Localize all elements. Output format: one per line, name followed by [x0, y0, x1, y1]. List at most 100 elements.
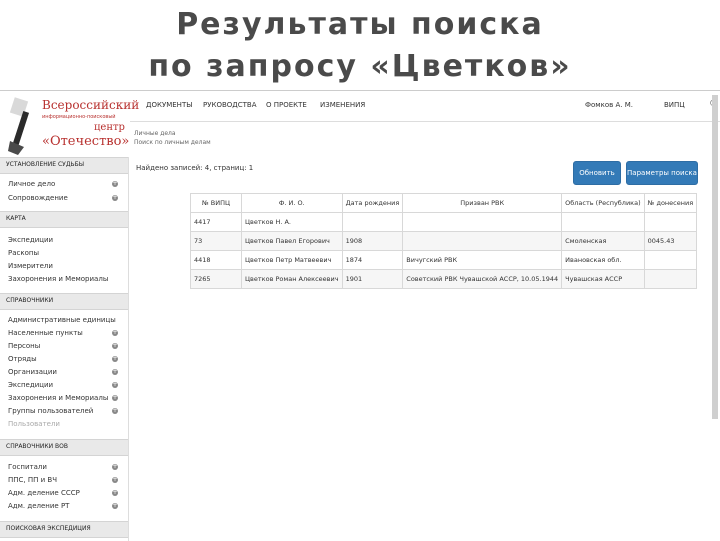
- table-cell: Цветков Н. А.: [241, 212, 343, 232]
- sidebar-item[interactable]: Персоны: [8, 342, 40, 350]
- sidebar-item[interactable]: Административные единицы: [8, 316, 116, 324]
- sidebar-item[interactable]: Сопровождение: [8, 194, 68, 202]
- sidebar-item[interactable]: Захоронения и Мемориалы: [8, 275, 108, 283]
- table-cell: Цветков Павел Егорович: [241, 231, 343, 251]
- breadcrumb-item[interactable]: Личные дела: [134, 129, 211, 138]
- nav-documents[interactable]: ДОКУМЕНТЫ: [146, 101, 192, 109]
- table-row[interactable]: 4418 Цветков Петр Матвеевич 1874 Вичугск…: [190, 250, 698, 270]
- sidebar-item[interactable]: Адм. деление СССР: [8, 489, 80, 497]
- table-cell: 4417: [190, 212, 242, 232]
- plus-icon[interactable]: +: [112, 382, 118, 388]
- sidebar-item[interactable]: Адм. деление РТ: [8, 502, 69, 510]
- breadcrumb-item: Поиск по личным делам: [134, 139, 211, 146]
- results-table: № ВИПЦ Ф. И. О. Дата рождения Призван РВ…: [190, 193, 698, 289]
- table-cell: 1901: [341, 269, 404, 289]
- table-row[interactable]: 73 Цветков Павел Егорович 1908 Смоленска…: [190, 231, 698, 251]
- sidebar: УСТАНОВЛЕНИЕ СУДЬБЫ Личное дело + Сопров…: [0, 157, 129, 541]
- results-count: Найдено записей: 4, страниц: 1: [136, 164, 254, 172]
- sidebar-section-title: СПРАВОЧНИКИ: [6, 297, 54, 304]
- table-row[interactable]: 4417 Цветков Н. А.: [190, 212, 698, 232]
- logo-text-1: Всероссийский: [42, 98, 140, 112]
- column-header[interactable]: № ВИПЦ: [190, 193, 242, 213]
- table-cell: Вичугский РВК: [402, 250, 563, 270]
- table-row[interactable]: 7265 Цветков Роман Алексеевич 1901 Совет…: [190, 269, 698, 289]
- sidebar-item[interactable]: Раскопы: [8, 249, 39, 257]
- plus-icon[interactable]: +: [112, 181, 118, 187]
- slide-title-line1: Результаты поиска: [176, 7, 544, 42]
- plus-icon[interactable]: +: [112, 490, 118, 496]
- sidebar-item[interactable]: Захоронения и Мемориалы: [8, 394, 108, 402]
- plus-icon[interactable]: +: [112, 395, 118, 401]
- sidebar-item[interactable]: Пользователи: [8, 420, 60, 428]
- plus-icon[interactable]: +: [112, 408, 118, 414]
- table-cell: 4418: [190, 250, 242, 270]
- slide-title: Результаты поиска по запросу «Цветков»: [0, 4, 720, 88]
- table-cell: 0045.43: [643, 231, 698, 251]
- user-name[interactable]: Фомков А. М.: [585, 101, 633, 109]
- shovel-logo-icon: [8, 97, 30, 155]
- logo-text-4: «Отечество»: [42, 134, 130, 149]
- nav-guides[interactable]: РУКОВОДСТВА: [203, 101, 257, 109]
- table-cell: Цветков Петр Матвеевич: [241, 250, 343, 270]
- table-cell: [341, 212, 404, 232]
- plus-icon[interactable]: +: [112, 369, 118, 375]
- logo-text-2: информационно-поисковый: [42, 114, 116, 120]
- org-name[interactable]: ВИПЦ: [664, 101, 685, 109]
- table-cell: Смоленская: [561, 231, 645, 251]
- table-cell: 7265: [190, 269, 242, 289]
- column-header[interactable]: № донесения: [643, 193, 698, 213]
- sidebar-section[interactable]: КАРТА: [0, 211, 128, 228]
- table-cell: Цветков Роман Алексеевич: [241, 269, 343, 289]
- sidebar-section-title: СПРАВОЧНИКИ ВОВ: [6, 443, 68, 450]
- plus-icon[interactable]: +: [112, 330, 118, 336]
- plus-icon[interactable]: +: [112, 195, 118, 201]
- table-cell: [402, 231, 563, 251]
- sidebar-item[interactable]: Экспедиции: [8, 236, 53, 244]
- nav-about[interactable]: О ПРОЕКТЕ: [266, 101, 307, 109]
- sidebar-item[interactable]: Измерители: [8, 262, 53, 270]
- plus-icon[interactable]: +: [112, 477, 118, 483]
- scrollbar[interactable]: [712, 95, 718, 419]
- sidebar-section[interactable]: УСТАНОВЛЕНИЕ СУДЬБЫ: [0, 157, 128, 174]
- table-cell: [561, 212, 645, 232]
- sidebar-item[interactable]: ППС, ПП и ВЧ: [8, 476, 57, 484]
- sidebar-section[interactable]: СПРАВОЧНИКИ: [0, 293, 128, 310]
- table-cell: Ивановская обл.: [561, 250, 645, 270]
- sidebar-item[interactable]: Организации: [8, 368, 57, 376]
- logo-text-3: центр: [94, 122, 125, 133]
- sidebar-item[interactable]: Группы пользователей: [8, 407, 93, 415]
- column-header[interactable]: Призван РВК: [402, 193, 563, 213]
- table-cell: 1874: [341, 250, 404, 270]
- nav-changes[interactable]: ИЗМЕНЕНИЯ: [320, 101, 365, 109]
- sidebar-item[interactable]: Экспедиции: [8, 381, 53, 389]
- column-header[interactable]: Область (Республика): [561, 193, 645, 213]
- logo[interactable]: Всероссийский информационно-поисковый це…: [4, 93, 139, 157]
- column-header[interactable]: Дата рождения: [341, 193, 404, 213]
- table-cell: Чувашская АССР: [561, 269, 645, 289]
- table-cell: [643, 250, 698, 270]
- plus-icon[interactable]: +: [112, 503, 118, 509]
- sidebar-item[interactable]: Личное дело: [8, 180, 55, 188]
- breadcrumb: Личные дела Поиск по личным делам: [134, 129, 211, 147]
- search-params-button[interactable]: Параметры поиска: [626, 161, 698, 185]
- sidebar-section-title: ПОИСКОВАЯ ЭКСПЕДИЦИЯ: [6, 525, 91, 532]
- sidebar-section[interactable]: ПОИСКОВАЯ ЭКСПЕДИЦИЯ: [0, 521, 128, 538]
- plus-icon[interactable]: +: [112, 343, 118, 349]
- table-cell: [643, 212, 698, 232]
- sidebar-section[interactable]: СПРАВОЧНИКИ ВОВ: [0, 439, 128, 456]
- refresh-button[interactable]: Обновить: [573, 161, 621, 185]
- sidebar-item[interactable]: Населенные пункты: [8, 329, 83, 337]
- table-cell: Советский РВК Чувашской АССР, 10.05.1944: [402, 269, 563, 289]
- sidebar-item[interactable]: Отряды: [8, 355, 37, 363]
- sidebar-section-title: УСТАНОВЛЕНИЕ СУДЬБЫ: [6, 161, 85, 168]
- column-header[interactable]: Ф. И. О.: [241, 193, 343, 213]
- plus-icon[interactable]: +: [112, 356, 118, 362]
- slide-title-line2: по запросу «Цветков»: [148, 49, 572, 84]
- sidebar-item[interactable]: Госпитали: [8, 463, 47, 471]
- table-cell: 73: [190, 231, 242, 251]
- table-cell: [402, 212, 563, 232]
- table-cell: 1908: [341, 231, 404, 251]
- sidebar-section-title: КАРТА: [6, 215, 26, 222]
- plus-icon[interactable]: +: [112, 464, 118, 470]
- app-screenshot: Всероссийский информационно-поисковый це…: [0, 90, 720, 541]
